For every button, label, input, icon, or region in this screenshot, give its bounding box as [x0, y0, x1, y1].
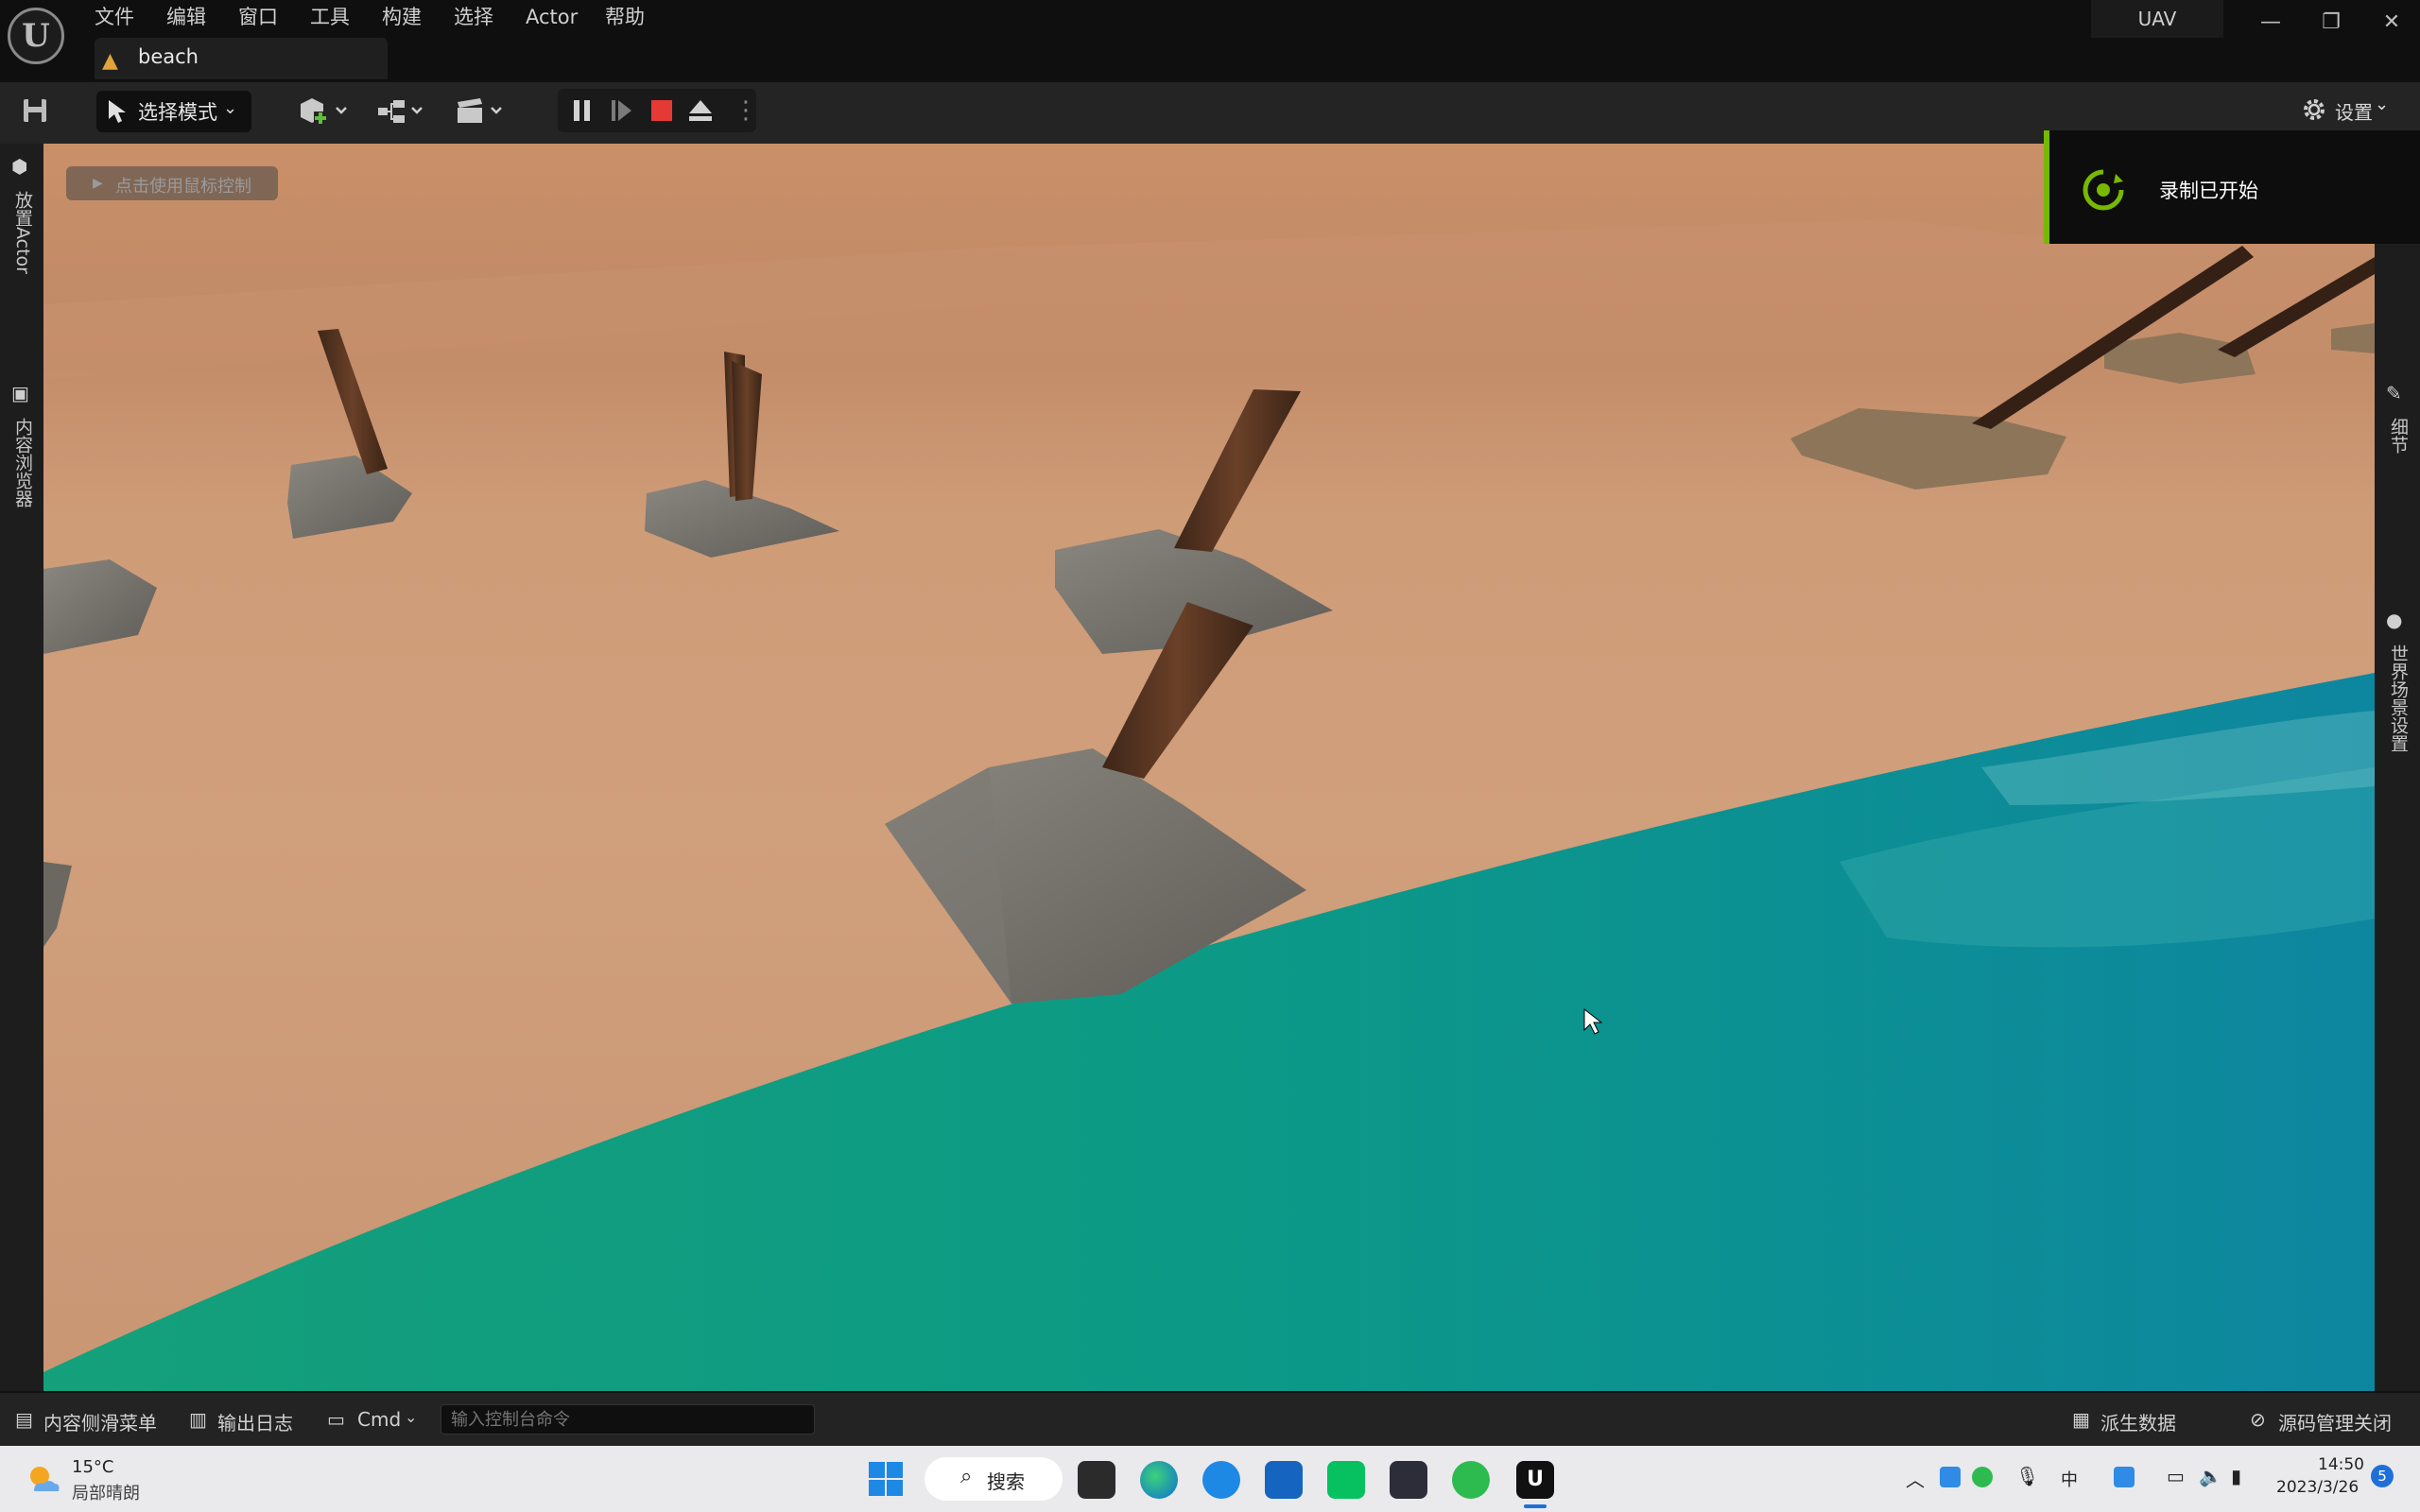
clock-time[interactable]: 14:50: [2318, 1455, 2364, 1474]
frame-skip-icon[interactable]: [609, 98, 635, 127]
tray-wechat-icon[interactable]: [1972, 1467, 1993, 1487]
content-browser-tab[interactable]: 内容浏览器: [10, 418, 36, 507]
restore-button[interactable]: ❐: [2303, 0, 2360, 45]
microphone-icon[interactable]: 🎙: [2015, 1465, 2039, 1487]
output-log-button[interactable]: 输出日志: [217, 1408, 293, 1435]
search-label: 搜索: [987, 1470, 1025, 1493]
app-icon[interactable]: [1327, 1461, 1365, 1499]
volume-icon[interactable]: 🔈: [2199, 1465, 2222, 1487]
tray-qq-icon[interactable]: [2114, 1467, 2135, 1487]
menu-edit[interactable]: 编辑: [166, 0, 206, 34]
settings-label[interactable]: 设置: [2335, 97, 2373, 125]
output-log-icon: ▥: [189, 1408, 207, 1431]
details-icon: ✎: [2386, 382, 2402, 404]
menu-select[interactable]: 选择: [454, 0, 493, 34]
derived-data-button[interactable]: 派生数据: [2100, 1408, 2176, 1435]
source-control-icon: ⊘: [2250, 1408, 2266, 1431]
pause-icon[interactable]: [571, 98, 594, 127]
start-icon[interactable]: [868, 1461, 904, 1501]
source-control-button[interactable]: 源码管理关闭: [2278, 1408, 2392, 1435]
chevron-down-icon: ⌄: [2375, 94, 2390, 114]
save-icon[interactable]: [21, 96, 49, 125]
right-sidebar: [2375, 144, 2420, 1391]
console-icon: ▭: [327, 1408, 345, 1431]
content-browser-icon: ▣: [11, 382, 29, 404]
recording-icon: [2080, 166, 2127, 217]
content-drawer-button[interactable]: 内容侧滑菜单: [43, 1408, 157, 1435]
menu-window[interactable]: 窗口: [238, 0, 278, 34]
recording-message: 录制已开始: [2159, 180, 2258, 202]
blueprint-icon[interactable]: [374, 94, 431, 132]
tray-expand-icon[interactable]: ︿: [1906, 1465, 1925, 1492]
level-icon: ▲: [102, 49, 118, 73]
active-app-indicator: [1524, 1504, 1547, 1508]
weather-temperature: 15°C: [72, 1457, 114, 1477]
input-method-icon[interactable]: 中: [2061, 1467, 2078, 1491]
close-button[interactable]: ✕: [2363, 0, 2420, 45]
ie-icon[interactable]: [1202, 1461, 1240, 1499]
scene-render: [43, 144, 2375, 1391]
stop-icon[interactable]: [650, 99, 673, 126]
derived-data-icon: ▦: [2072, 1408, 2090, 1431]
eject-icon[interactable]: [686, 98, 715, 127]
world-settings-icon: ●: [2386, 609, 2403, 631]
notification-badge[interactable]: 5: [2371, 1465, 2394, 1487]
level-viewport[interactable]: [43, 144, 2375, 1391]
more-options-icon[interactable]: ⋮: [734, 96, 758, 125]
add-actor-icon[interactable]: [297, 94, 354, 132]
minimize-button[interactable]: —: [2242, 0, 2299, 45]
details-tab[interactable]: 细节: [2386, 418, 2411, 454]
menu-file[interactable]: 文件: [95, 0, 134, 34]
search-icon: ⌕: [960, 1465, 973, 1488]
cmd-selector[interactable]: Cmd: [357, 1408, 401, 1431]
menu-tools[interactable]: 工具: [310, 0, 350, 34]
weather-icon[interactable]: [25, 1461, 62, 1503]
menu-build[interactable]: 构建: [382, 0, 422, 34]
content-drawer-icon: ▤: [15, 1408, 33, 1431]
unity-icon[interactable]: [1390, 1461, 1427, 1499]
battery-icon[interactable]: ▮: [2231, 1465, 2241, 1487]
menu-help[interactable]: 帮助: [605, 0, 645, 34]
network-icon[interactable]: ▭: [2167, 1465, 2185, 1487]
settings-icon[interactable]: [2299, 94, 2329, 129]
unreal-logo-icon[interactable]: U: [8, 8, 64, 64]
select-mode-icon: [106, 98, 130, 129]
world-settings-tab[interactable]: 世界场景设置: [2386, 644, 2411, 752]
task-view-icon[interactable]: [1078, 1461, 1115, 1499]
viewport-mouse-hint-label: 点击使用鼠标控制: [115, 177, 251, 197]
menu-actor[interactable]: Actor: [526, 0, 578, 34]
cinematics-icon[interactable]: [454, 94, 510, 132]
weather-description: 局部晴朗: [72, 1484, 140, 1503]
level-tab-label: beach: [138, 45, 199, 68]
play-small-icon: ▶: [93, 176, 103, 191]
wechat-icon[interactable]: [1452, 1461, 1490, 1499]
place-actor-tab[interactable]: 放置Actor: [10, 191, 36, 274]
left-sidebar: [0, 144, 43, 1391]
unreal-taskbar-icon[interactable]: U: [1516, 1461, 1554, 1499]
chevron-down-icon: ⌄: [405, 1408, 418, 1426]
store-icon[interactable]: [1265, 1461, 1303, 1499]
place-actor-icon: ⬢: [11, 155, 28, 178]
chevron-down-icon: ⌄: [223, 98, 238, 118]
selection-mode-label: 选择模式: [138, 101, 217, 124]
project-name: UAV: [2091, 0, 2223, 38]
tray-app-icon[interactable]: [1940, 1467, 1961, 1487]
console-command-input[interactable]: [441, 1404, 815, 1435]
clock-date[interactable]: 2023/3/26: [2276, 1478, 2359, 1497]
edge-icon[interactable]: [1140, 1461, 1178, 1499]
